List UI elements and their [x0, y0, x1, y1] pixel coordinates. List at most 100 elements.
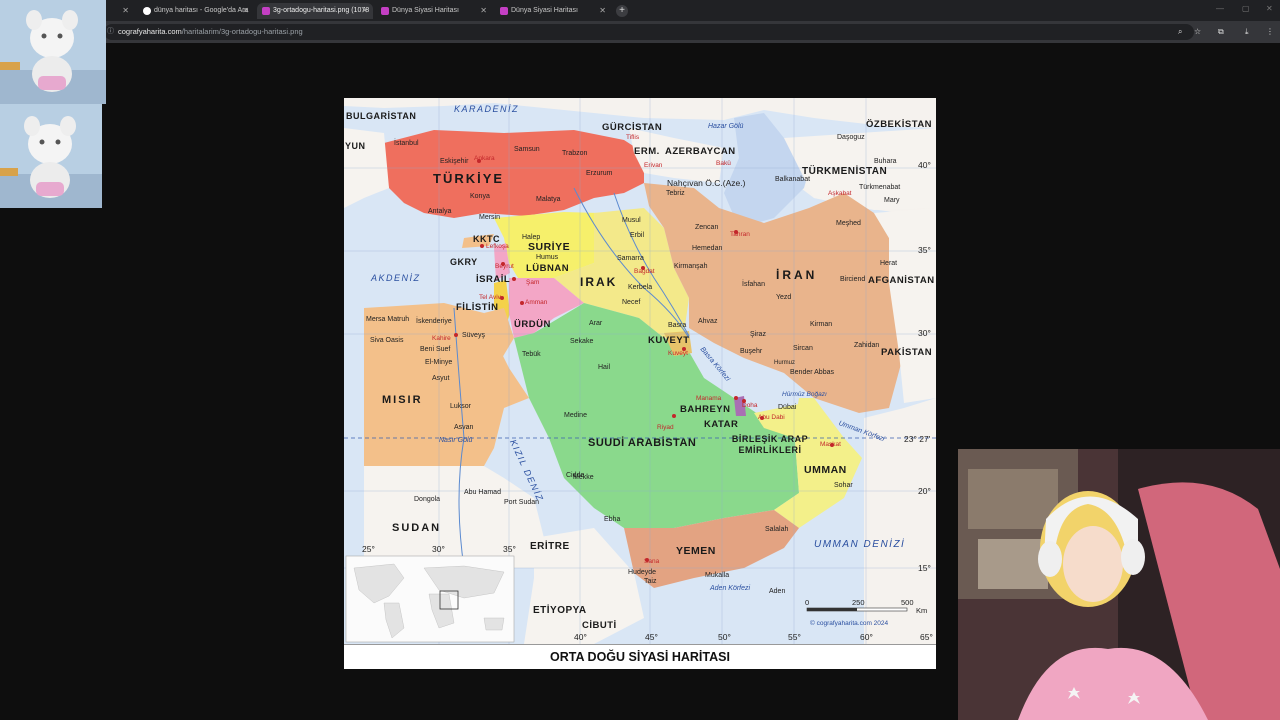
latitude-label: 15°: [918, 563, 931, 573]
label-city: Ahvaz: [698, 318, 718, 325]
label-city: İskenderiye: [416, 318, 452, 325]
label-uzbekistan: ÖZBEKİSTAN: [866, 119, 933, 130]
tab-world-map-1[interactable]: Dünya Siyasi Haritası ✕: [376, 3, 492, 19]
label-nicosia: Lefkoşa: [486, 243, 509, 250]
label-greece: YUN: [345, 141, 366, 151]
label-city: Herat: [880, 260, 898, 267]
close-tab-icon[interactable]: ✕: [122, 3, 129, 19]
latitude-label: 35°: [918, 245, 931, 255]
label-city: Malatya: [536, 196, 561, 203]
label-city: Nasır Gölü: [439, 437, 473, 444]
label-amman: Amman: [525, 299, 548, 306]
longitude-label: 30°: [432, 544, 445, 554]
label-city: Buhara: [874, 158, 897, 165]
label-city: Hemedan: [692, 245, 723, 252]
label-city: Birciend: [840, 276, 866, 283]
scale-unit: Km: [916, 606, 928, 615]
tab-title: 3g-ortadogu-haritasi.png (1078: [273, 7, 370, 14]
map-credit: © cografyaharita.com 2024: [810, 620, 889, 627]
scale-label: 0: [805, 598, 810, 607]
label-city: Taiz: [644, 578, 657, 585]
latitude-label: 23° 27': [904, 434, 931, 444]
longitude-label: 55°: [788, 632, 801, 642]
label-city: Kerbela: [628, 284, 653, 291]
label-cairo: Kahire: [432, 335, 451, 342]
cat-character-icon: [0, 104, 102, 208]
close-tab-icon[interactable]: ✕: [361, 3, 368, 19]
tab-map-image[interactable]: 3g-ortadogu-haritasi.png (1078 ✕: [257, 3, 373, 19]
label-city: Süveyş: [462, 332, 485, 339]
map-caption: ORTA DOĞU SİYASİ HARİTASI: [344, 644, 936, 669]
download-icon[interactable]: ⤓: [1245, 25, 1249, 39]
label-city: Dübai: [778, 404, 797, 411]
label-city: Musul: [622, 217, 641, 224]
label-kuwait-city: Kuveyt: [668, 350, 688, 357]
label-city: Hail: [598, 364, 611, 371]
label-abu-dhabi: Abu Dabi: [758, 414, 785, 421]
label-oman: UMMAN: [804, 464, 847, 476]
cat-character-icon: [0, 0, 106, 104]
address-bar[interactable]: ⓘ cografyaharita.com/haritalarim/3g-orta…: [104, 24, 1194, 40]
tab-google-search[interactable]: dünya haritası - Google'da Ara ✕: [138, 3, 254, 19]
label-caspian-sea: Hazar Gölü: [708, 123, 744, 130]
label-city: Konya: [470, 193, 490, 200]
label-saudi-arabia: SUUDİ ARABİSTAN: [588, 437, 697, 449]
label-black-sea: KARADENİZ: [454, 104, 520, 114]
minimize-icon[interactable]: —: [1216, 4, 1224, 13]
longitude-label: 25°: [362, 544, 375, 554]
label-city: Bender Abbas: [790, 369, 834, 376]
longitude-label: 60°: [860, 632, 873, 642]
label-pakistan: PAKİSTAN: [881, 347, 933, 358]
close-tab-icon[interactable]: ✕: [480, 3, 487, 19]
site-info-icon[interactable]: ⓘ: [107, 24, 114, 40]
label-city: Beni Suef: [420, 346, 451, 353]
middle-east-political-map: TÜRKİYE SURİYE LÜBNAN IRAK İRAN İSRAİL F…: [344, 98, 936, 669]
label-arabian-sea: UMMAN DENİZİ: [814, 539, 906, 550]
label-mediterranean: AKDENİZ: [371, 273, 421, 283]
label-city: Erbil: [630, 232, 645, 239]
label-city: Samsun: [514, 146, 540, 153]
label-bulgaria: BULGARİSTAN: [346, 111, 417, 121]
tab-world-map-2[interactable]: Dünya Siyasi Haritası ✕: [495, 3, 611, 19]
label-ashgabat: Aşkabat: [828, 190, 852, 197]
label-gulf-of-aden: Aden Körfezi: [710, 585, 751, 592]
label-city: Aden: [769, 588, 786, 595]
label-tel-aviv: Tel Aviv: [479, 294, 501, 301]
label-turkmenistan: TÜRKMENİSTAN: [802, 166, 888, 177]
longitude-label: 35°: [503, 544, 516, 554]
extensions-icon[interactable]: ⧉: [1218, 25, 1224, 39]
label-city: Humus: [536, 254, 559, 261]
webcam-overlay: [958, 449, 1280, 720]
tab-title: Dünya Siyasi Haritası: [511, 7, 578, 14]
label-beirut: Beyrut: [495, 263, 514, 270]
zoom-icon[interactable]: ⌕: [1178, 25, 1182, 39]
image-icon: [262, 7, 270, 15]
label-ankara: Ankara: [474, 155, 495, 162]
label-city: Hudeyde: [628, 569, 657, 576]
close-window-icon[interactable]: ✕: [1266, 4, 1273, 13]
label-tehran: Tahran: [730, 231, 750, 238]
label-city: Zencan: [695, 224, 719, 231]
label-bahrain: BAHREYN: [680, 404, 731, 415]
label-city: Mukalla: [705, 572, 730, 579]
address-bar-row: ⓘ cografyaharita.com/haritalarim/3g-orta…: [0, 21, 1280, 43]
maximize-icon[interactable]: ▢: [1242, 4, 1250, 13]
close-tab-icon[interactable]: ✕: [242, 3, 249, 19]
label-city: Kirmanşah: [674, 263, 708, 270]
label-city: Dongola: [414, 496, 441, 503]
label-city: Türkmenabat: [859, 184, 901, 191]
longitude-label: 65°: [920, 632, 933, 642]
label-iran: İRAN: [776, 268, 818, 282]
label-city: Mary: [884, 197, 900, 204]
url-text: cografyaharita.com/haritalarim/3g-ortado…: [118, 24, 303, 40]
label-riyadh: Riyad: [657, 424, 674, 431]
menu-icon[interactable]: ⋮: [1266, 25, 1274, 39]
close-tab-icon[interactable]: ✕: [599, 3, 606, 19]
new-tab-button[interactable]: +: [616, 5, 628, 17]
label-city: Halep: [522, 234, 541, 241]
tab-partial[interactable]: ✕: [108, 3, 134, 19]
label-city: Sircan: [793, 345, 813, 352]
label-jordan: ÜRDÜN: [514, 319, 551, 330]
label-city: Ebha: [604, 516, 621, 523]
bookmark-star-icon[interactable]: ☆: [1194, 25, 1201, 39]
